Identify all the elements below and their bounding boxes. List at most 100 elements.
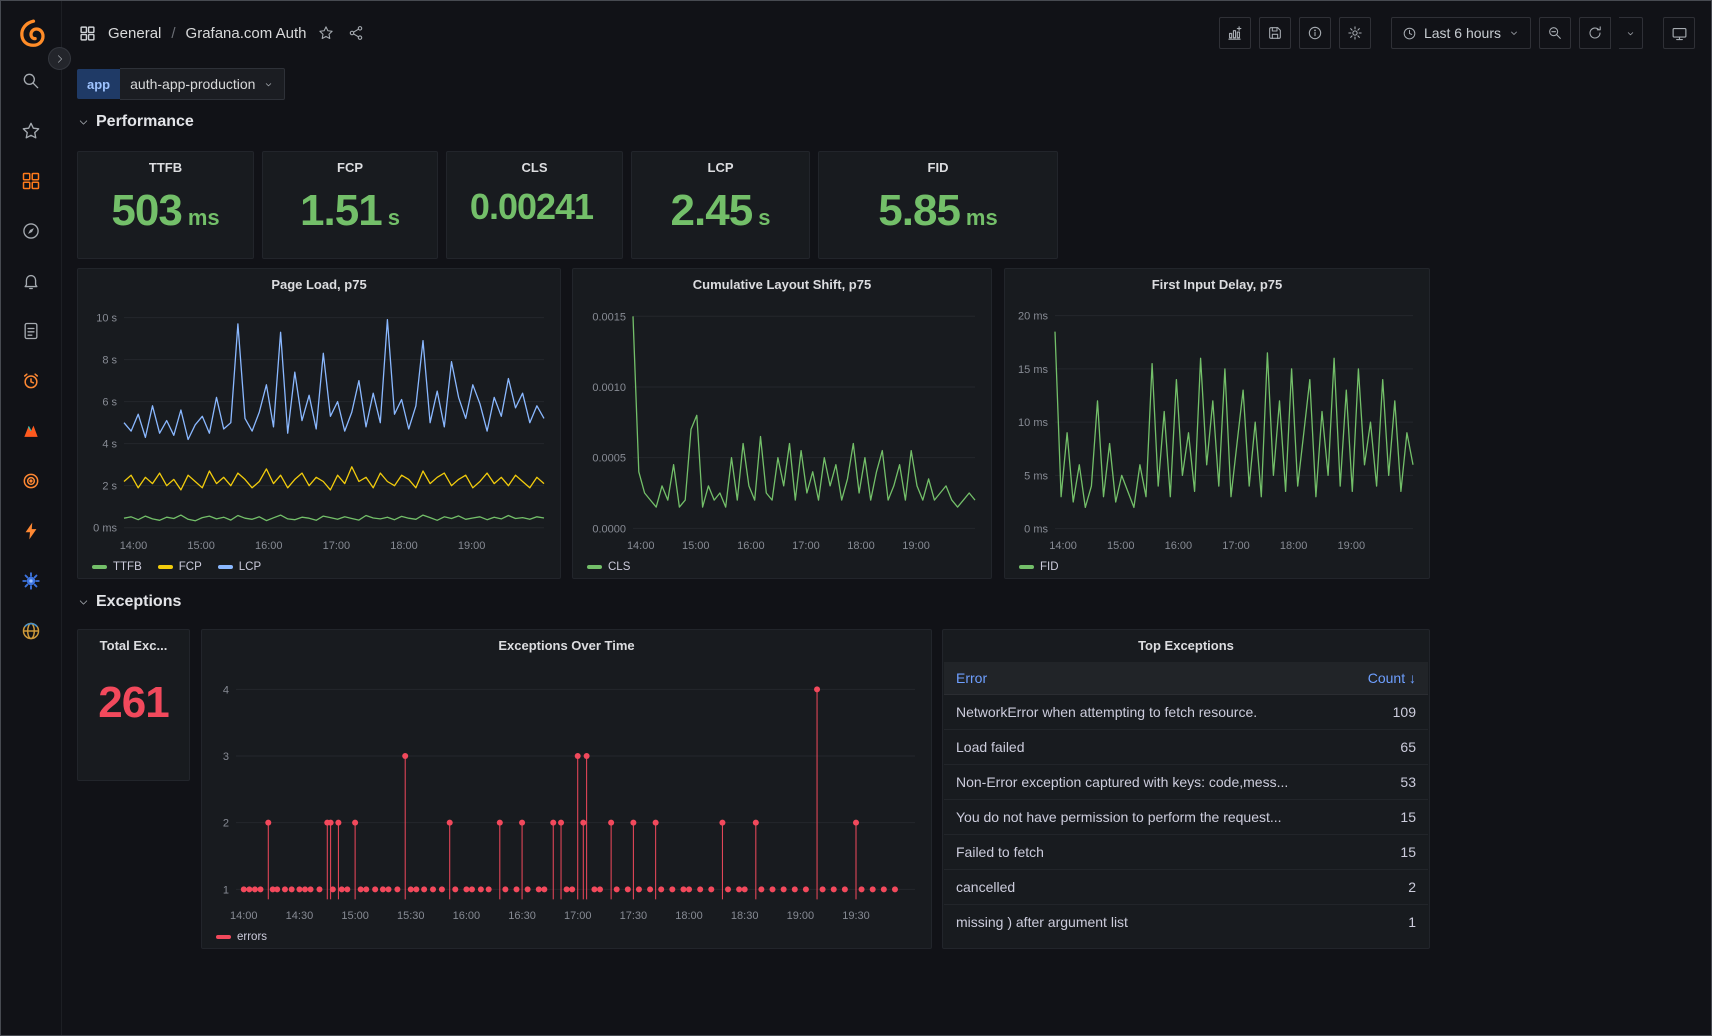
column-header-error[interactable]: Error: [944, 662, 1330, 695]
exceptions-table-wrap[interactable]: ErrorCount ↓NetworkError when attempting…: [944, 662, 1428, 947]
svg-text:20 ms: 20 ms: [1018, 311, 1048, 323]
panel-title[interactable]: Cumulative Layout Shift, p75: [573, 269, 991, 299]
synthetics-globe-icon[interactable]: [17, 617, 45, 645]
fid-chart[interactable]: 0 ms5 ms10 ms15 ms20 ms14:0015:0016:0017…: [1009, 299, 1425, 552]
legend-item-ttfb[interactable]: TTFB: [92, 561, 142, 573]
breadcrumb-separator: /: [171, 25, 175, 42]
expand-sidebar-button[interactable]: [48, 47, 71, 70]
page-load-chart[interactable]: 0 ms2 s4 s6 s8 s10 s14:0015:0016:0017:00…: [82, 299, 556, 552]
svg-text:14:00: 14:00: [230, 910, 258, 922]
svg-text:14:00: 14:00: [120, 540, 148, 552]
kubernetes-monitoring-icon[interactable]: [17, 567, 45, 595]
performance-bolt-icon[interactable]: [17, 517, 45, 545]
legend-swatch: [587, 565, 602, 569]
panel-title[interactable]: First Input Delay, p75: [1005, 269, 1429, 299]
svg-text:14:30: 14:30: [286, 910, 314, 922]
panel-title[interactable]: Exceptions Over Time: [202, 630, 931, 660]
panel-title[interactable]: TTFB: [78, 152, 253, 182]
svg-text:18:00: 18:00: [1280, 540, 1308, 552]
favorite-star-button[interactable]: [316, 23, 336, 43]
row-exceptions-label: Exceptions: [96, 593, 181, 611]
panel-title[interactable]: FID: [819, 152, 1057, 182]
error-cell: Failed to fetch: [944, 835, 1330, 870]
explore-compass-icon[interactable]: [17, 217, 45, 245]
count-cell: 2: [1330, 870, 1428, 905]
legend-swatch: [216, 935, 231, 939]
tv-mode-button[interactable]: [1663, 17, 1695, 49]
share-button[interactable]: [346, 23, 366, 43]
variable-label: app: [77, 69, 120, 99]
save-dashboard-button[interactable]: [1259, 17, 1291, 49]
time-range-picker[interactable]: Last 6 hours: [1391, 17, 1531, 49]
stat-value: 2.45s: [632, 186, 809, 236]
table-row: You do not have permission to perform th…: [944, 800, 1428, 835]
panel-title[interactable]: FCP: [263, 152, 437, 182]
svg-text:19:00: 19:00: [787, 910, 815, 922]
dashboards-icon[interactable]: [17, 167, 45, 195]
panel-total-exceptions: Total Exc... 261: [77, 629, 190, 781]
legend-item-errors[interactable]: errors: [216, 931, 267, 943]
dashboard-settings-button[interactable]: [1339, 17, 1371, 49]
dashboard-insights-button[interactable]: [1299, 17, 1331, 49]
stat-value: 261: [78, 678, 189, 728]
legend-item-fid[interactable]: FID: [1019, 561, 1059, 573]
panel-title[interactable]: Page Load, p75: [78, 269, 560, 299]
variable-value-dropdown[interactable]: auth-app-production: [120, 68, 285, 100]
add-panel-button[interactable]: [1219, 17, 1251, 49]
zoom-out-button[interactable]: [1539, 17, 1571, 49]
svg-text:18:00: 18:00: [675, 910, 703, 922]
alerting-bell-icon[interactable]: [17, 267, 45, 295]
panel-stat-ttfb: TTFB 503ms: [77, 151, 254, 259]
svg-text:0.0010: 0.0010: [592, 382, 626, 394]
panel-title[interactable]: LCP: [632, 152, 809, 182]
legend-swatch: [92, 565, 107, 569]
panel-title[interactable]: CLS: [447, 152, 622, 182]
incident-plugin-icon[interactable]: [17, 417, 45, 445]
svg-text:16:00: 16:00: [255, 540, 283, 552]
table-row: cancelled2: [944, 870, 1428, 905]
svg-text:18:30: 18:30: [731, 910, 759, 922]
column-header-count[interactable]: Count ↓: [1330, 662, 1428, 695]
search-icon[interactable]: [17, 67, 45, 95]
legend-item-cls[interactable]: CLS: [587, 561, 630, 573]
svg-text:16:00: 16:00: [737, 540, 765, 552]
svg-text:16:30: 16:30: [508, 910, 536, 922]
panel-title[interactable]: Total Exc...: [78, 630, 189, 660]
breadcrumb-section[interactable]: General: [108, 25, 161, 42]
apps-grid-icon: [77, 23, 98, 44]
cls-chart[interactable]: 0.00000.00050.00100.001514:0015:0016:001…: [577, 299, 987, 552]
grafana-logo-icon[interactable]: [15, 17, 47, 49]
row-performance[interactable]: Performance: [77, 113, 194, 131]
svg-text:15:00: 15:00: [187, 540, 215, 552]
slo-target-icon[interactable]: [17, 467, 45, 495]
legend-item-lcp[interactable]: LCP: [218, 561, 261, 573]
svg-text:16:00: 16:00: [1165, 540, 1193, 552]
svg-text:15 ms: 15 ms: [1018, 364, 1048, 376]
svg-text:17:00: 17:00: [323, 540, 351, 552]
chart-legend: CLS: [587, 561, 630, 573]
oncall-alarm-icon[interactable]: [17, 367, 45, 395]
refresh-interval-dropdown[interactable]: [1619, 17, 1643, 49]
panel-title[interactable]: Top Exceptions: [943, 630, 1429, 660]
count-cell: 15: [1330, 835, 1428, 870]
stat-value: 503ms: [78, 186, 253, 236]
svg-text:19:00: 19:00: [902, 540, 930, 552]
svg-text:17:00: 17:00: [792, 540, 820, 552]
row-performance-label: Performance: [96, 113, 194, 131]
refresh-button[interactable]: [1579, 17, 1611, 49]
svg-text:17:00: 17:00: [1222, 540, 1250, 552]
table-row: Non-Error exception captured with keys: …: [944, 765, 1428, 800]
svg-text:1: 1: [223, 884, 229, 896]
reports-document-icon[interactable]: [17, 317, 45, 345]
error-cell: Non-Error exception captured with keys: …: [944, 765, 1330, 800]
count-cell: 65: [1330, 730, 1428, 765]
sidebar: [1, 1, 62, 1035]
row-exceptions[interactable]: Exceptions: [77, 593, 181, 611]
starred-dashboards-icon[interactable]: [17, 117, 45, 145]
exceptions-chart[interactable]: 123414:0014:3015:0015:3016:0016:3017:001…: [206, 660, 927, 922]
stat-value: 5.85ms: [819, 186, 1057, 236]
svg-text:15:00: 15:00: [1107, 540, 1135, 552]
svg-text:17:30: 17:30: [620, 910, 648, 922]
svg-text:15:00: 15:00: [682, 540, 710, 552]
legend-item-fcp[interactable]: FCP: [158, 561, 202, 573]
